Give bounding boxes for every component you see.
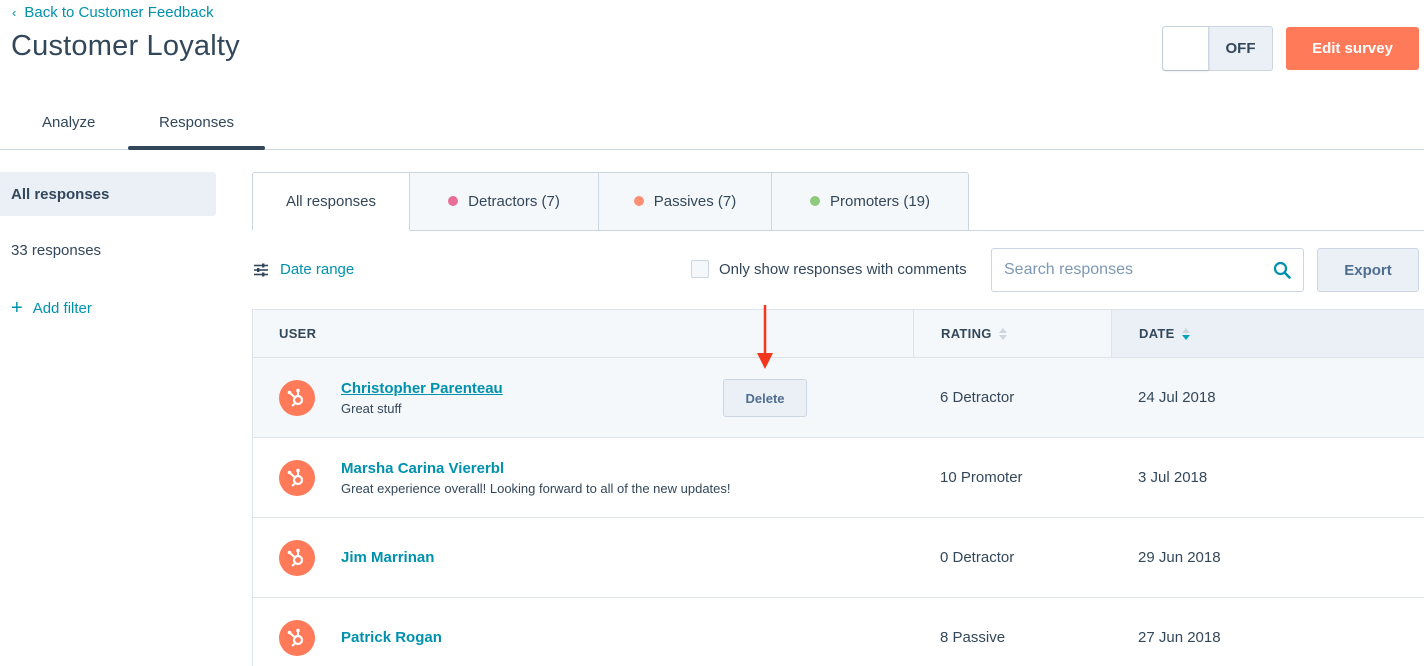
column-header-user: USER [279,326,317,341]
sidebar-item-all-responses[interactable]: All responses [0,172,216,216]
date-cell: 29 Jun 2018 [1138,549,1221,566]
user-comment: Great experience overall! Looking forwar… [341,480,731,496]
only-comments-checkbox[interactable] [691,260,709,278]
rating-cell: 8 Passive [940,629,1006,646]
plus-icon: + [11,297,23,319]
date-cell: 27 Jun 2018 [1138,629,1221,646]
sort-descending-icon [1181,327,1190,340]
rating-cell: 6 Detractor [940,389,1015,406]
column-header-label: RATING [941,326,992,341]
user-comment: Great stuff [341,400,402,416]
table-header: USER RATING DATE [253,309,1424,358]
back-link-label: Back to Customer Feedback [24,4,214,21]
tab-responses[interactable]: Responses [159,114,234,131]
search-box [991,248,1304,292]
table-row[interactable]: Marsha Carina Viererbl Great experience … [253,438,1424,518]
segment-tab-all[interactable]: All responses [252,172,410,231]
promoter-dot-icon [809,196,820,206]
toggle-knob [1163,27,1209,70]
date-cell: 24 Jul 2018 [1138,389,1216,406]
passive-dot-icon [633,196,644,206]
delete-button[interactable]: Delete [723,379,807,417]
segment-tab-promoters[interactable]: Promoters (19) [772,172,969,231]
back-link[interactable]: ‹ Back to Customer Feedback [12,4,214,21]
sidebar: All responses 33 responses + Add filter [0,172,216,318]
date-range-filter[interactable]: Date range [254,261,354,278]
sliders-icon [254,263,268,276]
user-name-link[interactable]: Christopher Parenteau [341,380,503,397]
user-name-link[interactable]: Patrick Rogan [341,629,442,646]
segment-tab-label: All responses [285,193,377,210]
column-header-date[interactable]: DATE [1111,310,1424,357]
hubspot-avatar-icon [279,619,315,656]
column-header-rating[interactable]: RATING [913,310,1111,357]
user-name-link[interactable]: Marsha Carina Viererbl [341,460,731,477]
user-cell: Jim Marrinan [253,518,913,597]
rating-cell: 0 Detractor [940,549,1015,566]
only-comments-label: Only show responses with comments [719,260,967,278]
only-comments-filter[interactable]: Only show responses with comments [691,260,967,278]
user-cell: Marsha Carina Viererbl Great experience … [253,438,913,517]
detractor-dot-icon [448,196,459,206]
segment-tab-label: Passives (7) [653,193,737,210]
response-count: 33 responses [11,242,102,259]
segment-tab-detractors[interactable]: Detractors (7) [410,172,599,231]
chevron-left-icon: ‹ [12,5,17,20]
hubspot-avatar-icon [279,459,315,496]
rating-cell: 10 Promoter [940,469,1023,486]
hubspot-avatar-icon [279,379,315,416]
page-tabs: Analyze Responses [0,100,1424,150]
search-icon[interactable] [1273,261,1291,279]
responses-table: USER RATING DATE Christopher Parenteau G… [252,309,1424,666]
edit-survey-button[interactable]: Edit survey [1286,27,1419,70]
user-name-link[interactable]: Jim Marrinan [341,549,434,566]
page-title: Customer Loyalty [11,30,240,62]
user-cell: Christopher Parenteau Great stuff Delete [253,358,913,437]
annotation-arrow-icon [757,305,773,369]
tab-analyze[interactable]: Analyze [42,114,95,131]
table-row[interactable]: Jim Marrinan 0 Detractor 29 Jun 2018 [253,518,1424,598]
segment-tabs: All responses Detractors (7) Passives (7… [252,172,969,231]
add-filter-label: Add filter [32,299,92,317]
active-tab-indicator [128,146,265,150]
segment-tabs-divider [969,230,1424,231]
survey-status-toggle[interactable]: OFF [1162,26,1273,71]
segment-tab-label: Detractors (7) [468,193,560,210]
hubspot-avatar-icon [279,539,315,576]
segment-tab-passives[interactable]: Passives (7) [599,172,772,231]
table-row[interactable]: Patrick Rogan 8 Passive 27 Jun 2018 [253,598,1424,666]
segment-tab-label: Promoters (19) [829,193,931,210]
add-filter-button[interactable]: + Add filter [11,298,92,318]
table-row[interactable]: Christopher Parenteau Great stuff Delete… [253,358,1424,438]
export-button[interactable]: Export [1317,248,1419,292]
column-header-label: DATE [1139,326,1175,341]
user-cell: Patrick Rogan [253,598,913,666]
date-cell: 3 Jul 2018 [1138,469,1208,486]
sort-icon [998,327,1007,340]
search-input[interactable] [1004,261,1273,279]
date-range-label: Date range [280,261,355,278]
toggle-label: OFF [1225,40,1256,57]
